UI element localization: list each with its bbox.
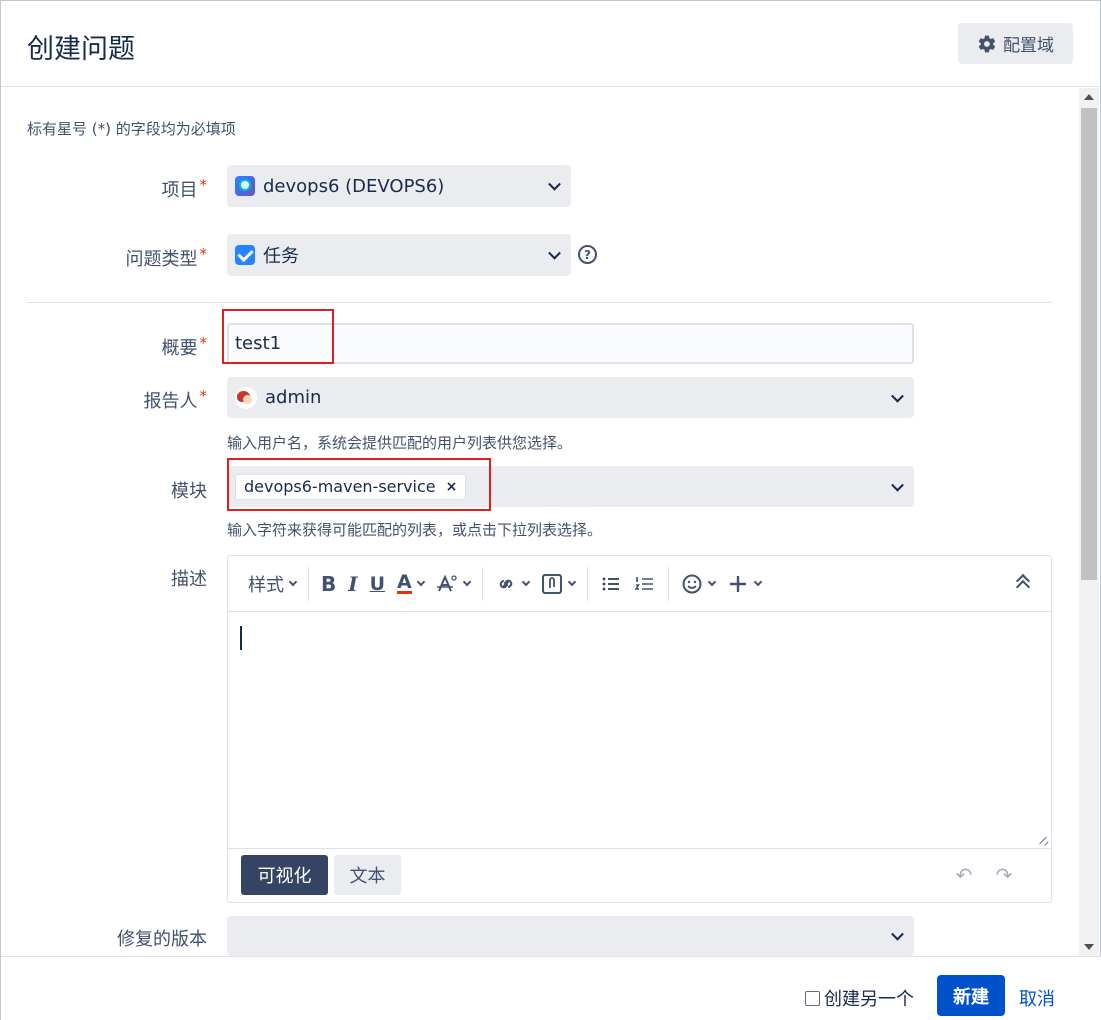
component-select[interactable]: devops6-maven-service × xyxy=(227,466,914,507)
text-effects-icon xyxy=(436,573,457,591)
issue-type-label: 问题类型 * xyxy=(125,245,208,270)
insert-more-button[interactable] xyxy=(721,567,767,601)
dialog-title: 创建问题 xyxy=(27,34,135,65)
reporter-hint: 输入用户名，系统会提供匹配的用户列表供您选择。 xyxy=(227,434,573,452)
description-editor: 样式 B I U A 可视化 文本 ↶ ↷ xyxy=(227,555,1052,903)
component-tag-label: devops6-maven-service xyxy=(244,477,436,496)
scroll-down-arrow-icon[interactable] xyxy=(1084,944,1094,950)
chevron-down-icon xyxy=(567,577,577,586)
redo-icon[interactable]: ↷ xyxy=(993,863,1015,887)
create-button[interactable]: 新建 xyxy=(937,975,1005,1016)
italic-icon: I xyxy=(348,571,358,596)
toolbar-separator xyxy=(667,566,669,601)
toolbar-separator xyxy=(586,566,588,601)
project-avatar-icon xyxy=(235,176,255,196)
visual-mode-tab[interactable]: 可视化 xyxy=(241,855,328,895)
link-button[interactable] xyxy=(489,567,535,601)
dialog-content: 标有星号 (*) 的字段均为必填项 项目 * devops6 (DEVOPS6) … xyxy=(1,88,1081,956)
configure-fields-label: 配置域 xyxy=(1003,36,1054,56)
chevron-down-icon xyxy=(288,577,298,586)
issue-type-value: 任务 xyxy=(263,246,299,267)
user-avatar xyxy=(235,386,257,409)
chevron-down-icon xyxy=(548,177,561,191)
reporter-label: 报告人 * xyxy=(143,387,208,412)
text-color-button[interactable]: A xyxy=(391,567,430,601)
content-scrollbar[interactable] xyxy=(1079,88,1099,956)
create-issue-dialog: 创建问题 配置域 标有星号 (*) 的字段均为必填项 项目 * devops6 (… xyxy=(0,0,1101,1020)
chevron-down-icon xyxy=(891,927,904,941)
collapse-toolbar-icon[interactable] xyxy=(1015,572,1031,594)
bold-icon: B xyxy=(321,571,337,596)
task-checkbox-icon xyxy=(235,245,255,265)
undo-icon[interactable]: ↶ xyxy=(953,863,975,887)
scroll-up-arrow-icon[interactable] xyxy=(1084,94,1094,100)
configure-fields-button[interactable]: 配置域 xyxy=(958,23,1073,64)
chevron-down-icon xyxy=(753,577,763,586)
description-textarea[interactable] xyxy=(228,612,1051,848)
attachment-icon xyxy=(541,573,562,594)
checkbox-box[interactable] xyxy=(805,990,820,1006)
text-color-icon: A xyxy=(397,571,412,594)
component-label: 模块 xyxy=(171,481,207,502)
emoji-button[interactable] xyxy=(675,567,721,601)
editor-toolbar: 样式 B I U A xyxy=(228,556,1051,612)
bullet-list-button[interactable] xyxy=(594,567,628,601)
create-another-label: 创建另一个 xyxy=(824,989,914,1010)
style-dropdown[interactable]: 样式 xyxy=(242,567,302,601)
summary-value: test1 xyxy=(235,333,282,354)
summary-input[interactable]: test1 xyxy=(227,323,914,364)
scrollbar-thumb[interactable] xyxy=(1081,108,1097,580)
cancel-link[interactable]: 取消 xyxy=(1019,985,1055,1011)
bold-button[interactable]: B xyxy=(315,567,342,601)
project-select[interactable]: devops6 (DEVOPS6) xyxy=(227,165,571,207)
italic-button[interactable]: I xyxy=(342,567,363,601)
underline-button[interactable]: U xyxy=(364,567,391,601)
chevron-down-icon xyxy=(521,577,531,586)
description-label: 描述 xyxy=(171,569,207,590)
summary-label: 概要 * xyxy=(161,334,208,359)
component-hint: 输入字符来获得可能匹配的列表，或点击下拉列表选择。 xyxy=(227,521,603,539)
resize-handle-icon[interactable] xyxy=(1037,834,1049,846)
bullet-list-icon xyxy=(602,577,619,590)
component-tag: devops6-maven-service × xyxy=(235,473,467,500)
emoji-icon xyxy=(682,574,702,593)
chevron-down-icon xyxy=(707,577,717,586)
chevron-down-icon xyxy=(891,478,904,492)
editor-mode-bar: 可视化 文本 ↶ ↷ xyxy=(228,848,1051,904)
chevron-down-icon xyxy=(548,246,561,260)
link-icon xyxy=(499,579,513,588)
dialog-header: 创建问题 配置域 xyxy=(1,1,1101,87)
attachment-button[interactable] xyxy=(535,567,581,601)
text-caret xyxy=(240,626,242,650)
chevron-down-icon xyxy=(462,577,472,586)
text-mode-tab[interactable]: 文本 xyxy=(334,855,401,895)
toolbar-separator xyxy=(481,566,483,601)
fix-version-select[interactable] xyxy=(227,916,914,956)
underline-icon: U xyxy=(369,572,386,595)
project-value: devops6 (DEVOPS6) xyxy=(263,175,445,197)
help-icon[interactable]: ? xyxy=(578,245,597,264)
chevron-down-icon xyxy=(891,389,904,403)
dialog-footer: 创建另一个 新建 取消 xyxy=(1,956,1101,1020)
fix-version-label: 修复的版本 xyxy=(117,929,207,950)
gear-icon xyxy=(978,35,996,52)
toolbar-separator xyxy=(308,566,309,601)
numbered-list-button[interactable] xyxy=(628,567,662,601)
required-fields-note: 标有星号 (*) 的字段均为必填项 xyxy=(27,120,236,138)
plus-icon xyxy=(729,575,746,592)
more-formatting-button[interactable] xyxy=(430,567,476,601)
remove-tag-icon[interactable]: × xyxy=(446,479,458,495)
issue-type-select[interactable]: 任务 xyxy=(227,234,571,276)
create-another-checkbox[interactable]: 创建另一个 xyxy=(805,985,914,1011)
chevron-down-icon xyxy=(416,577,426,586)
section-divider xyxy=(27,302,1052,303)
reporter-value: admin xyxy=(265,387,322,408)
project-label: 项目 * xyxy=(161,176,208,201)
numbered-list-icon xyxy=(634,576,653,590)
style-label: 样式 xyxy=(248,574,284,596)
reporter-select[interactable]: admin xyxy=(227,377,914,418)
